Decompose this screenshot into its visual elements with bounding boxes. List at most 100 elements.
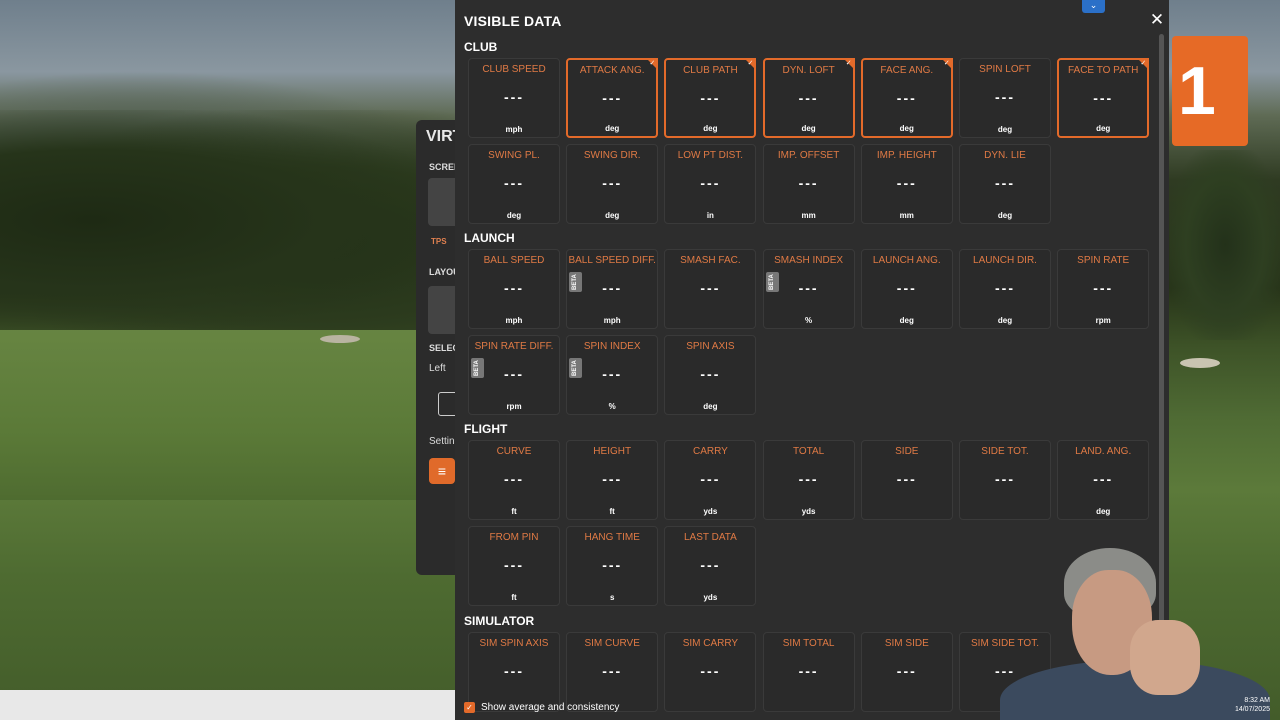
tile-label: LOW PT DIST. (677, 150, 744, 161)
data-tile[interactable]: SIM SIDE --- (860, 632, 953, 712)
data-tile[interactable]: TOTAL --- yds (762, 440, 855, 520)
tile-label: CLUB SPEED (482, 64, 546, 75)
tile-label: CLUB PATH (683, 65, 738, 76)
data-tile[interactable]: CLUB SPEED --- mph (468, 58, 560, 138)
data-tile[interactable]: LAUNCH ANG. --- deg (860, 249, 953, 329)
data-tile[interactable]: ATTACK ANG. --- deg ✓ (566, 58, 659, 138)
tile-value: --- (602, 663, 623, 679)
sand-bunker-right (1180, 358, 1220, 368)
tile-value: --- (700, 175, 721, 191)
data-tile[interactable]: DYN. LOFT --- deg ✓ (762, 58, 855, 138)
data-tile[interactable]: FROM PIN --- ft (468, 526, 560, 606)
tile-unit: mph (505, 125, 523, 134)
tile-label: SPIN AXIS (686, 341, 735, 352)
data-tile[interactable]: HEIGHT --- ft (566, 440, 659, 520)
tile-value: --- (700, 366, 721, 382)
data-tile[interactable]: BALL SPEED DIFF. --- mph BETA (566, 249, 659, 329)
tile-unit: deg (801, 124, 816, 133)
tile-label: CURVE (496, 446, 532, 457)
tile-label: SMASH INDEX (774, 255, 844, 266)
show-average-row[interactable]: ✓ Show average and consistency (464, 700, 619, 714)
tile-value: --- (798, 663, 819, 679)
tile-label: SIDE TOT. (981, 446, 1029, 457)
tile-label: SPIN RATE DIFF. (474, 341, 554, 352)
left-option[interactable]: Left (429, 363, 446, 374)
chevron-down-icon[interactable]: ⌄ (1082, 0, 1105, 13)
data-tile[interactable]: BALL SPEED --- mph (468, 249, 560, 329)
data-tile[interactable]: CURVE --- ft (468, 440, 560, 520)
tile-label: LAUNCH DIR. (973, 255, 1037, 266)
tile-label: TOTAL (792, 446, 825, 457)
tile-label: SPIN RATE (1077, 255, 1130, 266)
tile-label: SIM SPIN AXIS (479, 638, 549, 649)
tile-label: HEIGHT (593, 446, 632, 457)
data-tile[interactable]: SPIN LOFT --- deg (959, 58, 1051, 138)
data-tile[interactable]: LAND. ANG. --- deg (1057, 440, 1150, 520)
data-tile[interactable]: LOW PT DIST. --- in (664, 144, 757, 224)
tile-label: FROM PIN (489, 532, 539, 543)
check-icon: ✓ (1140, 60, 1147, 67)
tile-label: FACE ANG. (880, 65, 934, 76)
settings-sliders-icon[interactable]: ≡ (429, 458, 455, 484)
check-icon: ✓ (649, 60, 656, 67)
data-tile[interactable]: SIDE TOT. --- (959, 440, 1051, 520)
tile-value: --- (602, 175, 623, 191)
tile-label: SIM CARRY (682, 638, 739, 649)
tile-unit: deg (605, 124, 620, 133)
close-icon[interactable]: ✕ (1149, 11, 1165, 28)
tile-unit: % (805, 316, 813, 325)
presenter-hand (1130, 620, 1200, 695)
data-tile[interactable]: SPIN RATE --- rpm (1057, 249, 1150, 329)
tile-value: --- (896, 90, 917, 106)
tile-value: --- (995, 471, 1015, 487)
tile-unit: deg (899, 316, 914, 325)
tile-value: --- (504, 557, 524, 573)
data-tile[interactable]: SPIN INDEX ---% BETA (566, 335, 659, 415)
tile-value: --- (602, 471, 623, 487)
data-tile[interactable]: HANG TIME --- s (566, 526, 659, 606)
data-tile[interactable]: SMASH INDEX ---% BETA (762, 249, 855, 329)
data-tile[interactable]: SIDE --- (860, 440, 953, 520)
data-tile[interactable]: SMASH FAC. --- (664, 249, 757, 329)
section-title-club: CLUB (464, 40, 498, 54)
tile-value: --- (700, 280, 721, 296)
tile-unit: s (609, 593, 615, 602)
data-tile[interactable]: FACE ANG. --- deg ✓ (860, 58, 953, 138)
data-tile[interactable]: SPIN RATE DIFF. --- rpm BETA (468, 335, 560, 415)
data-tile[interactable]: DYN. LIE --- deg (959, 144, 1051, 224)
tile-unit: yds (703, 593, 718, 602)
screen: VIRT SCREE TPS LAYOU SELEC Left Settin ≡… (0, 0, 1280, 720)
beta-badge: BETA (569, 358, 583, 378)
data-tile[interactable]: SIM CARRY --- (664, 632, 757, 712)
system-clock: 8:32 AM 14/07/2025 (1222, 696, 1270, 714)
data-tile[interactable]: IMP. HEIGHT --- mm (860, 144, 953, 224)
tile-value: --- (700, 663, 721, 679)
tree-line-right (1170, 150, 1280, 340)
data-tile[interactable]: SPIN AXIS --- deg (664, 335, 757, 415)
data-tile[interactable]: CARRY --- yds (664, 440, 757, 520)
data-tile[interactable]: FACE TO PATH --- deg ✓ (1057, 58, 1150, 138)
tile-value: --- (1093, 90, 1114, 106)
tile-unit: ft (511, 507, 517, 516)
tile-label: SIM SIDE (884, 638, 929, 649)
section-title-launch: LAUNCH (464, 231, 515, 245)
tile-unit: mph (505, 316, 523, 325)
tile-label: LAST DATA (683, 532, 737, 543)
tile-label: SWING DIR. (583, 150, 641, 161)
tile-unit: deg (899, 124, 914, 133)
data-tile[interactable]: SWING PL. --- deg (468, 144, 560, 224)
data-tile[interactable]: LAUNCH DIR. --- deg (959, 249, 1051, 329)
show-average-checkbox[interactable]: ✓ (464, 701, 475, 713)
data-tile[interactable]: CLUB PATH --- deg ✓ (664, 58, 757, 138)
tile-label: HANG TIME (584, 532, 640, 543)
tile-value: --- (995, 89, 1015, 105)
data-tile[interactable]: LAST DATA --- yds (664, 526, 757, 606)
hole-number-tile: 1 (1172, 36, 1248, 146)
data-tile[interactable]: SIM TOTAL --- (762, 632, 855, 712)
data-tile[interactable]: IMP. OFFSET --- mm (762, 144, 855, 224)
tile-value: --- (798, 471, 819, 487)
tile-unit: deg (506, 211, 522, 220)
tile-label: SIM TOTAL (782, 638, 835, 649)
tile-label: SPIN INDEX (583, 341, 641, 352)
data-tile[interactable]: SWING DIR. --- deg (566, 144, 659, 224)
